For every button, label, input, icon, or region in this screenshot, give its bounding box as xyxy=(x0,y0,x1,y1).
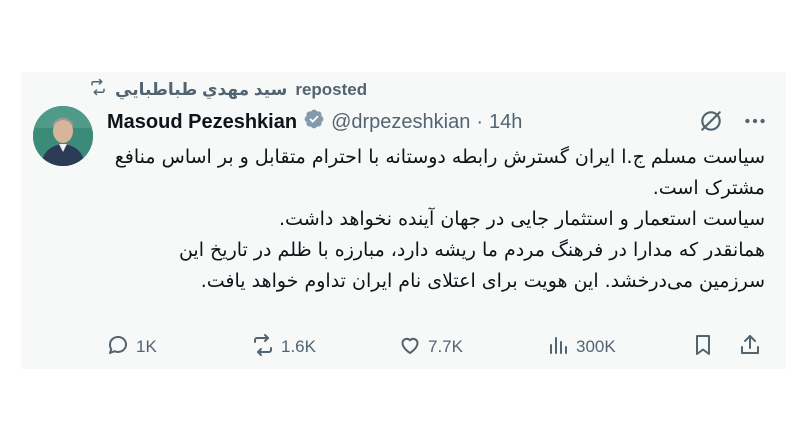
author-name[interactable]: Masoud Pezeshkian xyxy=(107,111,297,134)
like-count: 7.7K xyxy=(428,337,463,356)
tweet-text: سیاست مسلم ج.ا ایران گسترش رابطه دوستانه… xyxy=(107,142,765,297)
avatar[interactable] xyxy=(33,106,93,166)
views-icon xyxy=(546,333,570,362)
action-bar: 1K 1.6K 7.7K 300K xyxy=(106,332,766,362)
repost-context: سيد مهدي طباطبايي reposted xyxy=(89,78,367,101)
views-count: 300K xyxy=(576,337,616,356)
share-icon xyxy=(738,333,762,362)
repost-icon xyxy=(251,333,275,362)
views-button[interactable]: 300K xyxy=(546,333,616,362)
reposter-name[interactable]: سيد مهدي طباطبايي xyxy=(115,80,287,100)
like-button[interactable]: 7.7K xyxy=(398,333,463,362)
timestamp[interactable]: 14h xyxy=(489,111,522,134)
author-handle[interactable]: @drpezeshkian xyxy=(331,111,470,134)
repost-button[interactable]: 1.6K xyxy=(251,333,316,362)
tweet-line-2: سیاست استعمار و استثمار جایی در جهان آین… xyxy=(279,208,765,230)
repost-count: 1.6K xyxy=(281,337,316,356)
repost-header-icon xyxy=(89,78,107,101)
grok-icon[interactable] xyxy=(698,108,724,139)
tweet-line-1: سیاست مسلم ج.ا ایران گسترش رابطه دوستانه… xyxy=(114,146,765,199)
reply-button[interactable]: 1K xyxy=(106,333,157,362)
tweet-card[interactable]: سيد مهدي طباطبايي reposted Masoud Pezesh… xyxy=(21,72,786,369)
bookmark-icon xyxy=(691,333,715,362)
reply-icon xyxy=(106,333,130,362)
tweet-line-3: همانقدر که مدارا در فرهنگ مردم ما ریشه د… xyxy=(178,239,765,292)
tweet-header: Masoud Pezeshkian @drpezeshkian · 14h xyxy=(107,108,522,136)
share-button[interactable] xyxy=(738,333,762,362)
verified-badge-icon[interactable] xyxy=(303,108,325,136)
heart-icon xyxy=(398,333,422,362)
repost-label: reposted xyxy=(295,79,368,99)
top-actions xyxy=(698,108,768,139)
bookmark-button[interactable] xyxy=(691,333,715,362)
separator-dot: · xyxy=(476,110,484,133)
reply-count: 1K xyxy=(136,337,157,356)
more-icon[interactable] xyxy=(742,108,768,139)
